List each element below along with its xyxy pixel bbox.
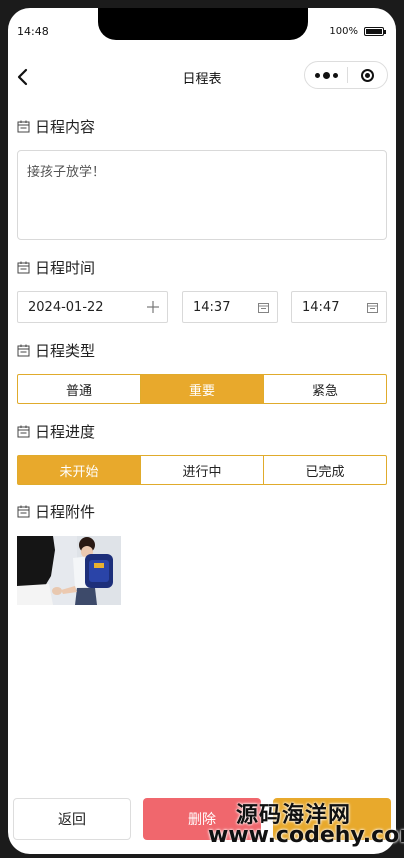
progress-option-done[interactable]: 已完成 bbox=[263, 456, 386, 484]
progress-option-in-progress[interactable]: 进行中 bbox=[140, 456, 263, 484]
end-time-value: 14:47 bbox=[302, 299, 340, 315]
plus-icon[interactable] bbox=[146, 300, 160, 314]
more-dots-icon[interactable] bbox=[305, 71, 347, 79]
type-option-normal[interactable]: 普通 bbox=[18, 375, 140, 403]
progress-option-not-started[interactable]: 未开始 bbox=[18, 456, 140, 484]
type-option-important[interactable]: 重要 bbox=[140, 375, 263, 403]
start-time-picker[interactable]: 14:37 bbox=[182, 291, 278, 323]
calendar-icon bbox=[17, 120, 30, 132]
date-value: 2024-01-22 bbox=[28, 299, 104, 315]
section-label: 日程时间 bbox=[35, 258, 96, 277]
navigation-bar: 日程表 bbox=[8, 52, 396, 100]
date-picker[interactable]: 2024-01-22 bbox=[17, 291, 168, 323]
end-time-picker[interactable]: 14:47 bbox=[291, 291, 387, 323]
type-option-urgent[interactable]: 紧急 bbox=[263, 375, 386, 403]
type-segmented-control: 普通 重要 紧急 bbox=[17, 374, 387, 404]
start-time-value: 14:37 bbox=[193, 299, 231, 315]
calendar-icon bbox=[17, 344, 30, 356]
section-title-type: 日程类型 bbox=[17, 340, 95, 360]
section-title-progress: 日程进度 bbox=[17, 421, 95, 441]
battery-icon bbox=[364, 27, 386, 36]
calendar-icon bbox=[17, 425, 30, 437]
section-label: 日程附件 bbox=[35, 502, 96, 521]
photo-image bbox=[17, 536, 121, 605]
section-title-content: 日程内容 bbox=[17, 116, 95, 136]
battery-percent: 100% bbox=[329, 26, 358, 37]
camera-notch bbox=[98, 8, 308, 40]
section-label: 日程类型 bbox=[35, 341, 96, 360]
calendar-icon bbox=[367, 302, 378, 313]
section-label: 日程进度 bbox=[35, 422, 96, 441]
section-label: 日程内容 bbox=[35, 117, 96, 136]
status-indicators: 100% bbox=[329, 26, 386, 37]
calendar-icon bbox=[17, 261, 30, 273]
status-time: 14:48 bbox=[17, 25, 49, 38]
phone-screen: 14:48 100% 日程表 日程内容 接孩子放学！ 日程时间 2024-01-… bbox=[8, 8, 396, 854]
progress-segmented-control: 未开始 进行中 已完成 bbox=[17, 455, 387, 485]
target-circle-icon[interactable] bbox=[348, 68, 387, 82]
calendar-icon bbox=[17, 505, 30, 517]
site-watermark: 源码海洋网 www.codehy.com bbox=[206, 795, 404, 851]
calendar-icon bbox=[258, 302, 269, 313]
section-title-attachment: 日程附件 bbox=[17, 501, 95, 521]
attachment-thumbnail[interactable] bbox=[17, 536, 121, 605]
miniprogram-capsule bbox=[304, 61, 388, 89]
back-button[interactable]: 返回 bbox=[13, 798, 131, 840]
watermark-url: www.codehy.com bbox=[208, 823, 404, 848]
schedule-content-textarea[interactable]: 接孩子放学！ bbox=[17, 150, 387, 240]
section-title-time: 日程时间 bbox=[17, 257, 95, 277]
